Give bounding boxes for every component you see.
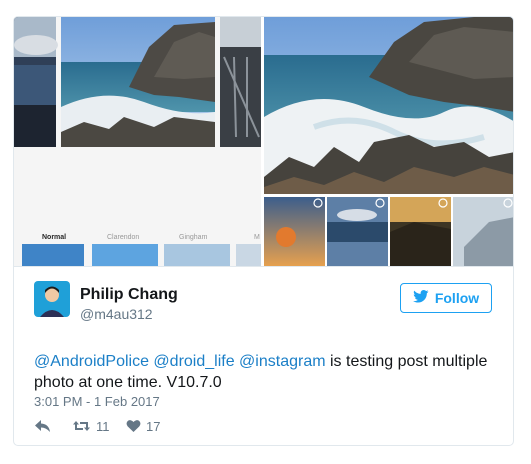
mention-androidpolice[interactable]: @AndroidPolice: [34, 353, 149, 370]
retweet-icon: [72, 419, 91, 433]
tweet-card: Normal Clarendon Gingham M Philip Chang …: [13, 16, 514, 446]
filter-label-clarendon: Clarendon: [107, 234, 139, 241]
author-handle[interactable]: @m4au312: [80, 306, 153, 322]
avatar[interactable]: [34, 281, 70, 317]
editor-photo-left: [14, 17, 58, 147]
like-button[interactable]: 17: [126, 419, 160, 434]
tweet-timestamp[interactable]: 3:01 PM - 1 Feb 2017: [34, 394, 160, 409]
filter-label-m: M: [254, 234, 260, 241]
retweet-button[interactable]: 11: [72, 419, 126, 434]
heart-icon: [126, 419, 141, 433]
tweet-body: Philip Chang @m4au312 Follow @AndroidPol…: [14, 266, 513, 445]
twitter-bird-icon: [412, 290, 429, 306]
filter-label-normal: Normal: [42, 234, 66, 241]
filter-label-gingham: Gingham: [179, 234, 208, 241]
reply-button[interactable]: [34, 419, 72, 433]
mention-droid-life[interactable]: @droid_life: [153, 353, 234, 370]
main-photo-preview: [264, 17, 513, 194]
follow-label: Follow: [434, 290, 480, 306]
editor-photo-center: [61, 17, 215, 147]
mention-instagram[interactable]: @instagram: [239, 353, 326, 370]
like-count: 17: [146, 418, 161, 434]
author-name[interactable]: Philip Chang: [80, 286, 178, 304]
reply-icon: [34, 419, 51, 433]
thumbnail-row: [264, 197, 513, 266]
tweet-actions: 11 17: [34, 417, 160, 435]
tweet-text: @AndroidPolice @droid_life @instagram is…: [34, 351, 504, 393]
editor-photo-right: [220, 17, 261, 147]
follow-button[interactable]: Follow: [400, 283, 492, 313]
tweet-media-image[interactable]: Normal Clarendon Gingham M: [14, 17, 513, 266]
retweet-count: 11: [96, 418, 110, 434]
